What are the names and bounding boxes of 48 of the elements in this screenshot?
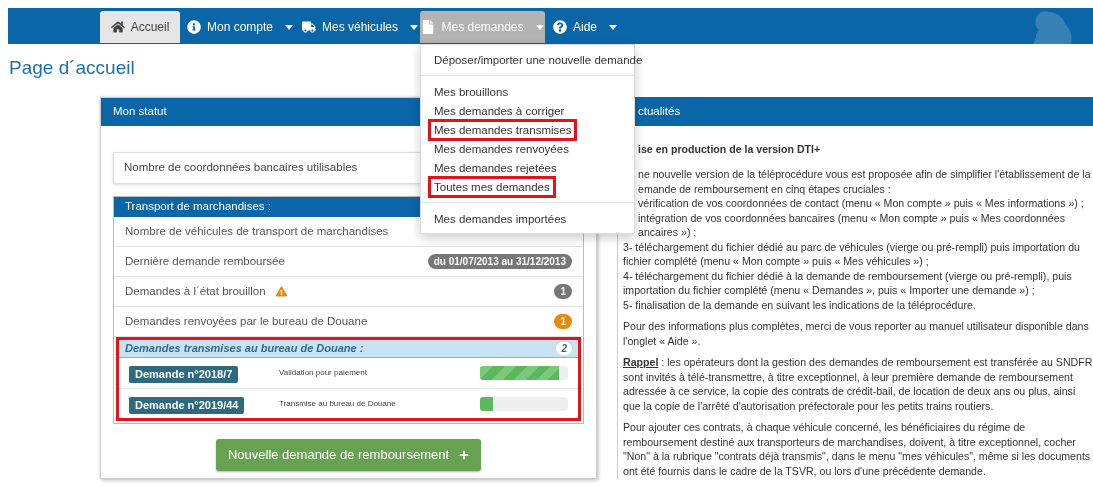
menu-item[interactable]: Toutes mes demandes: [431, 178, 553, 195]
card-label: Nombre de coordonnées bancaires utilisables: [124, 160, 358, 176]
menu-item[interactable]: Déposer/importer une nouvelle demande: [431, 51, 646, 68]
count-badge: 1: [554, 284, 572, 299]
menu-item[interactable]: Mes demandes à corriger: [431, 102, 568, 119]
nav-item[interactable]: Mon compte: [180, 11, 300, 43]
help-icon: [553, 20, 567, 34]
nav-item[interactable]: Accueil: [100, 11, 180, 43]
nav-item[interactable]: Aide: [545, 11, 625, 43]
nav-item[interactable]: Mes véhicules: [300, 11, 420, 43]
news-heading: ise en production de la version DTI+: [637, 142, 822, 157]
truck-icon: [302, 20, 316, 34]
news-line: 4- téléchargement du fichier dédié à la demande de remboursement (vierge ou pré-rempli), puis: [623, 268, 1072, 283]
news-line: ne nouvelle version de la téléprocédure vous est proposée afin de simplifier l'établissement de la: [637, 167, 1091, 182]
news-paragraph: Rappel : les opérateurs dont la gestion des demandes de remboursement est transférée au SNDFR sont invités à télé-transmettre, à titre exceptionnel, à leur première demande de remboursement adressée à ce service, la copie des contrats de crédit-bail, de location de deux ans ou plus, ainsi que la copie de l'arrêté d'autorisation préfectorale pour les petits trains routiers.: [623, 355, 1093, 413]
menu-item[interactable]: Mes demandes renvoyées: [431, 140, 572, 157]
news-line: emande de remboursement en cinq étapes cruciales :: [637, 181, 891, 196]
news-line: 5- finalisation de la demande en suivant les indications de la téléprocédure.: [623, 297, 976, 312]
row-label: Nombre de véhicules de transport de marchandises: [125, 223, 389, 239]
section-title: Transport de marchandises :: [125, 199, 271, 215]
menu-item[interactable]: Mes demandes importées: [431, 210, 570, 227]
count-badge: du 01/07/2013 au 31/12/2013: [427, 254, 572, 269]
menu-item[interactable]: Mes brouillons: [431, 83, 512, 100]
news-line: ancaires ») ;: [637, 225, 697, 240]
request-status: Validation pour paiement: [279, 367, 367, 379]
section-title: Demandes transmises au bureau de Douane :: [125, 341, 364, 357]
news-paragraph: Pour des informations plus complètes, merci de vous reporter au manuel utilisateur disponible dans l'onglet « Aide ».: [623, 319, 1090, 348]
panel-title: Mon statut: [113, 104, 167, 120]
plus-icon: [459, 450, 470, 460]
file-icon: [421, 20, 436, 34]
info-icon: [187, 20, 201, 34]
count-badge: 1: [554, 314, 572, 329]
count-badge: 2: [556, 342, 572, 355]
panel-title: ctualités: [638, 103, 681, 119]
row-label: Dernière demande remboursée: [125, 253, 285, 269]
home-icon: [110, 20, 125, 34]
news-line: intégration de vos coordonnées bancaires (menu « Mon compte » puis « Mes coordonnées: [637, 210, 1065, 225]
menu-item[interactable]: Mes demandes rejetées: [431, 159, 560, 176]
news-paragraph: Pour ajouter ces contrats, à chaque véhicule concerné, les bénéficiaires du régime de remboursement destiné aux transporteurs de marchandises, doivent, à titre exceptionnel, cocher "Non" à la rubrique "contrats déjà transmis", dans le menu "mes véhicules", même si les documents ont été fournis dans le cadre de la TSVR, ou lors d'une précédente demande.: [623, 420, 1092, 478]
news-line: fichier complété (menu « Mon compte » puis « Mes véhicules ») ;: [623, 254, 929, 269]
news-line: importation du fichier complété (menu « Demandes », puis « Importer une demande ») ;: [623, 283, 1035, 298]
news-line: vérification de vos coordonnées de contact (menu « Mon compte » puis « Mes informations ») ;: [637, 196, 1084, 211]
request-status: Transmise au bureau de Douane: [279, 397, 396, 410]
row-label: Demandes à l´état brouillon: [125, 283, 266, 299]
menu-item[interactable]: Mes demandes transmises: [431, 121, 575, 138]
row-label: Demandes renvoyées par le bureau de Douane: [125, 313, 368, 329]
news-line: 3- téléchargement du fichier dédié au parc de véhicules (vierge ou pré-rempli) puis importation du: [623, 239, 1080, 254]
page-title: Page d´accueil: [9, 56, 135, 80]
